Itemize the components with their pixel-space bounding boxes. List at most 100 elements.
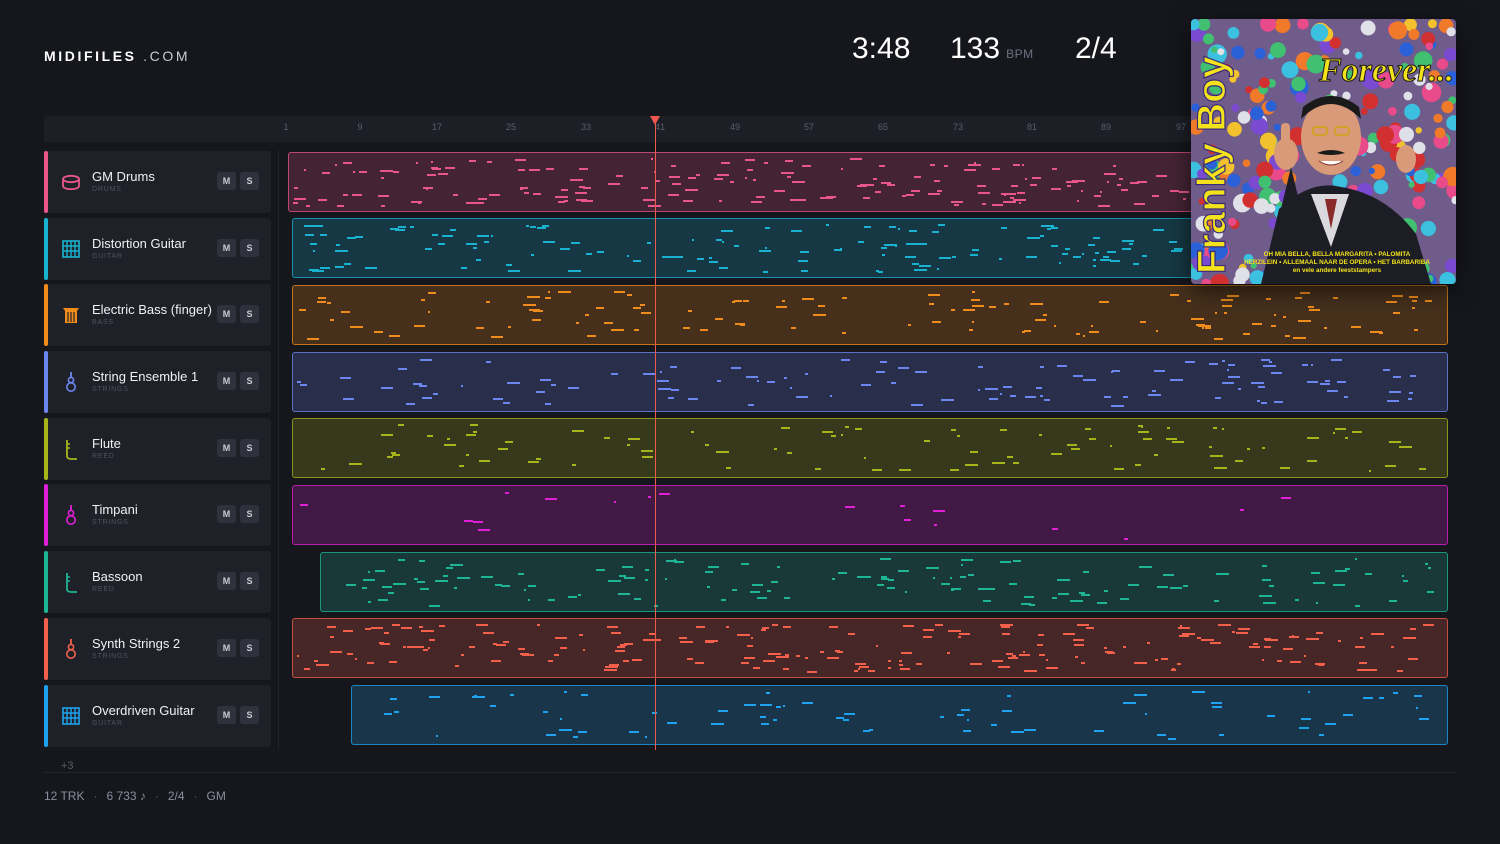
bassoon-icon <box>66 573 77 593</box>
midi-clip[interactable] <box>292 418 1448 478</box>
mute-button[interactable]: M <box>217 706 236 724</box>
mute-button[interactable]: M <box>217 439 236 457</box>
midi-note <box>1387 400 1399 402</box>
midi-note <box>688 177 691 179</box>
midi-clip[interactable] <box>292 485 1448 545</box>
solo-button[interactable]: S <box>240 505 259 523</box>
midi-note <box>887 184 895 186</box>
track-header-string-ensemble-1[interactable]: String Ensemble 1 STRINGS M S <box>44 351 271 413</box>
midi-note <box>420 359 432 361</box>
midi-note <box>855 428 862 430</box>
midi-note <box>473 247 477 249</box>
midi-note <box>384 632 389 634</box>
track-header-gm-drums[interactable]: GM Drums DRUMS M S <box>44 151 271 213</box>
midi-note <box>403 646 406 648</box>
midi-clip[interactable] <box>292 285 1448 345</box>
midi-clip[interactable] <box>351 685 1448 745</box>
midi-note <box>371 627 383 629</box>
midi-note <box>428 647 430 649</box>
midi-note <box>1337 381 1346 383</box>
midi-note <box>491 660 501 662</box>
bass-icon <box>63 308 79 323</box>
midi-note <box>384 713 392 715</box>
track-name: Timpani <box>92 502 138 517</box>
mute-button[interactable]: M <box>217 372 236 390</box>
solo-button[interactable]: S <box>240 372 259 390</box>
midi-note <box>909 230 917 232</box>
midi-note <box>1013 164 1020 166</box>
midi-note <box>313 225 323 227</box>
midi-note <box>586 253 592 255</box>
midi-note <box>859 666 869 668</box>
midi-note <box>560 248 570 250</box>
midi-note <box>398 424 404 426</box>
midi-note <box>559 729 572 731</box>
midi-note <box>343 162 352 164</box>
playhead[interactable] <box>655 124 656 750</box>
mute-button[interactable]: M <box>217 572 236 590</box>
mute-button[interactable]: M <box>217 305 236 323</box>
midi-note <box>1227 295 1239 297</box>
track-header-flute[interactable]: Flute REED M S <box>44 418 271 480</box>
midi-note <box>498 448 508 450</box>
mute-button[interactable]: M <box>217 639 236 657</box>
midi-clip[interactable] <box>292 618 1448 678</box>
solo-button[interactable]: S <box>240 439 259 457</box>
mute-button[interactable]: M <box>217 505 236 523</box>
midi-note <box>1298 320 1311 322</box>
file-summary: 12 TRK · 6 733 ♪ · 2/4 · GM <box>44 789 226 803</box>
mute-button[interactable]: M <box>217 239 236 257</box>
solo-button[interactable]: S <box>240 572 259 590</box>
solo-button[interactable]: S <box>240 639 259 657</box>
track-header-timpani[interactable]: Timpani STRINGS M S <box>44 484 271 546</box>
midi-note <box>1179 191 1189 193</box>
midi-note <box>960 576 966 578</box>
midi-note <box>406 403 415 405</box>
midi-note <box>726 626 729 628</box>
midi-note <box>1130 182 1139 184</box>
midi-note <box>842 332 846 334</box>
midi-note <box>1219 734 1224 736</box>
track-header-bassoon[interactable]: Bassoon REED M S <box>44 551 271 613</box>
midi-note <box>844 713 855 715</box>
solo-button[interactable]: S <box>240 305 259 323</box>
track-header-overdriven-guitar[interactable]: Overdriven Guitar GUITAR M S <box>44 685 271 747</box>
confetti-dot <box>1273 123 1281 131</box>
midi-note <box>536 391 545 393</box>
midi-clip[interactable] <box>292 352 1448 412</box>
midi-note <box>293 202 298 204</box>
midi-note <box>422 397 432 399</box>
midi-note <box>1264 646 1271 648</box>
midi-note <box>933 577 935 579</box>
midi-note <box>1293 337 1306 339</box>
midi-note <box>782 300 785 302</box>
midi-note <box>930 164 935 166</box>
solo-button[interactable]: S <box>240 239 259 257</box>
midi-note <box>1011 731 1024 733</box>
midi-note <box>633 260 641 262</box>
track-header-distortion-guitar[interactable]: Distortion Guitar GUITAR M S <box>44 218 271 280</box>
track-count: 12 TRK <box>44 789 85 803</box>
midi-clip[interactable] <box>320 552 1448 612</box>
midi-note <box>978 389 980 391</box>
midi-note <box>1024 729 1036 731</box>
midi-note <box>901 652 912 654</box>
track-header-electric-bass[interactable]: Electric Bass (finger) BASS M S <box>44 284 271 346</box>
midi-note <box>951 588 961 590</box>
midi-note <box>428 311 430 313</box>
midi-note <box>912 263 919 265</box>
solo-button[interactable]: S <box>240 706 259 724</box>
midi-note <box>1107 652 1115 654</box>
midi-note <box>674 561 684 563</box>
more-tracks-indicator[interactable]: +3 <box>61 760 74 772</box>
midi-note <box>757 380 759 382</box>
track-header-synth-strings-2[interactable]: Synth Strings 2 STRINGS M S <box>44 618 271 680</box>
midi-note <box>958 636 961 638</box>
midi-note <box>802 702 813 704</box>
mute-button[interactable]: M <box>217 172 236 190</box>
midi-note <box>680 641 693 643</box>
midi-note <box>1370 331 1382 333</box>
midi-note <box>1073 639 1084 641</box>
solo-button[interactable]: S <box>240 172 259 190</box>
midi-note <box>662 256 675 258</box>
